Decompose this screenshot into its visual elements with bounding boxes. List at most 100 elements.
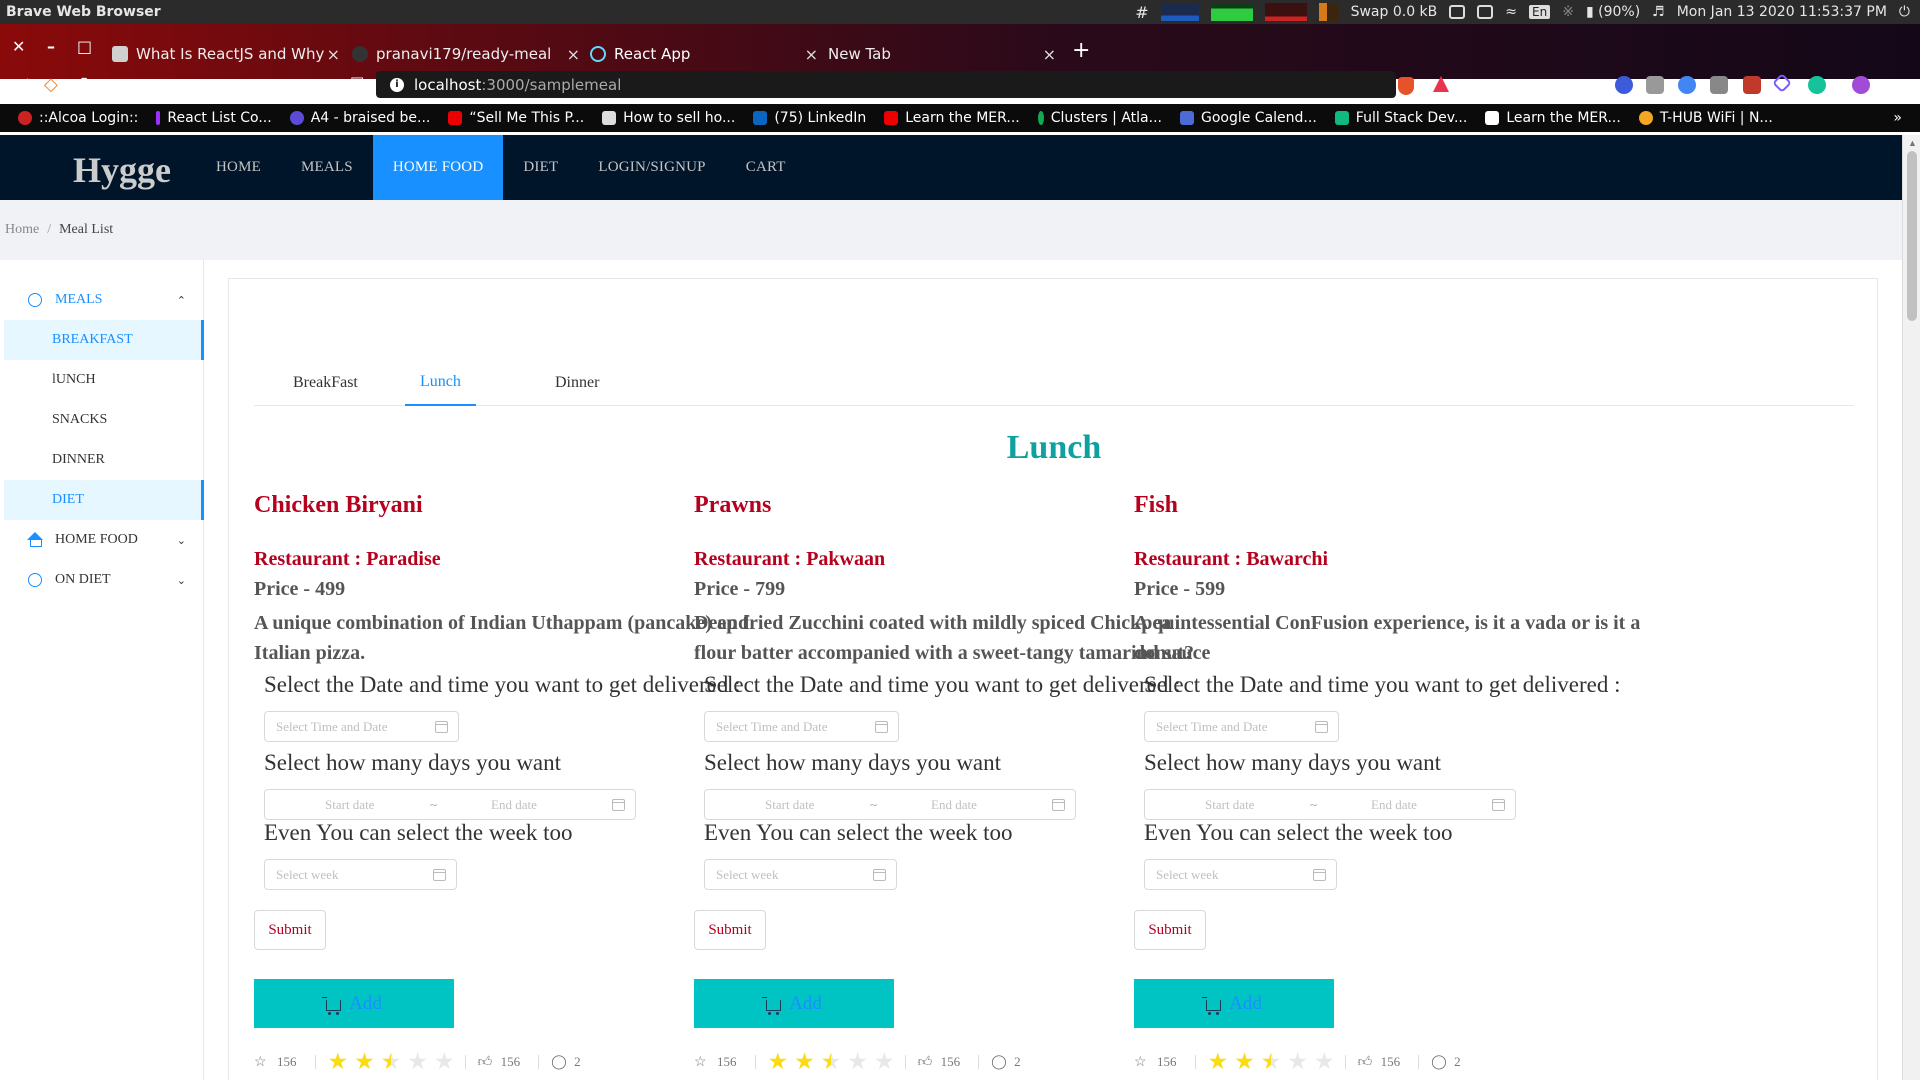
week-picker[interactable]: Select week xyxy=(264,859,457,890)
bookmark-item[interactable]: ::Alcoa Login:: xyxy=(18,110,138,126)
tab-close-icon[interactable]: × xyxy=(567,45,580,64)
reload-icon[interactable]: ↻ xyxy=(80,74,95,95)
bookmark-item[interactable]: Google Calend... xyxy=(1179,110,1317,126)
window-maximize-icon[interactable]: □ xyxy=(77,37,92,56)
nav-meals[interactable]: MEALS xyxy=(281,135,373,200)
rating-star-icon[interactable]: ★ xyxy=(847,1049,868,1074)
sidebar-item-dinner[interactable]: DINNER xyxy=(4,440,204,480)
tab-lunch[interactable]: Lunch xyxy=(405,359,476,406)
like-icon[interactable]: 👍︎ xyxy=(478,1055,493,1069)
address-bar[interactable]: i localhost:3000/samplemeal xyxy=(376,71,1396,98)
bookmark-item[interactable]: T-HUB WiFi | N... xyxy=(1638,110,1773,126)
brave-rewards-icon[interactable] xyxy=(1433,76,1449,92)
slack-icon[interactable]: # xyxy=(1135,3,1148,22)
bookmark-item[interactable]: Full Stack Dev... xyxy=(1334,110,1467,126)
nav-cart[interactable]: CART xyxy=(726,135,806,200)
star-rating[interactable]: ★ ★ ★ ★ ★ xyxy=(1208,1049,1341,1075)
rating-star-icon[interactable]: ★ xyxy=(1287,1049,1308,1074)
breadcrumb-home[interactable]: Home xyxy=(5,222,39,238)
nav-home-food[interactable]: HOME FOOD xyxy=(372,135,504,200)
extension-icon[interactable] xyxy=(1646,76,1664,94)
rating-star-icon[interactable]: ★ xyxy=(768,1049,789,1074)
bookmark-item[interactable]: “Sell Me This P... xyxy=(448,110,584,126)
week-picker[interactable]: Select week xyxy=(1144,859,1337,890)
forward-icon[interactable]: ◇ xyxy=(44,74,58,95)
datetime-picker[interactable]: Select Time and Date xyxy=(704,711,899,742)
rating-star-icon[interactable]: ★ xyxy=(874,1049,895,1074)
submit-button[interactable]: Submit xyxy=(1134,910,1206,950)
submit-button[interactable]: Submit xyxy=(254,910,326,950)
tab-breakfast[interactable]: BreakFast xyxy=(293,359,358,406)
star-rating[interactable]: ★ ★ ★ ★ ★ xyxy=(768,1049,901,1075)
volume-icon[interactable]: ♬ xyxy=(1652,4,1665,20)
sidebar-submenu-meals[interactable]: MEALS ⌃ xyxy=(4,280,204,320)
window-close-icon[interactable]: ✕ xyxy=(12,37,25,56)
power-icon[interactable]: ⏻ xyxy=(1899,4,1910,20)
date-range-picker[interactable]: Start date ~ End date xyxy=(1144,789,1516,820)
battery-status[interactable]: ▮ (90%) xyxy=(1586,4,1640,20)
browser-tab-1[interactable]: What Is ReactJS and Why S × xyxy=(112,38,340,70)
window-minimize-icon[interactable]: – xyxy=(47,37,55,56)
add-to-cart-button[interactable]: Add xyxy=(1134,979,1334,1028)
page-scrollbar[interactable]: ▲ xyxy=(1902,135,1920,1080)
date-range-picker[interactable]: Start date ~ End date xyxy=(264,789,636,820)
sidebar-item-snacks[interactable]: SNACKS xyxy=(4,400,204,440)
screen-icon[interactable] xyxy=(1449,5,1466,19)
bluetooth-icon[interactable]: ※ xyxy=(1562,4,1574,20)
submit-button[interactable]: Submit xyxy=(694,910,766,950)
bookmark-item[interactable]: Clusters | Atla... xyxy=(1037,110,1162,126)
star-outline-icon[interactable]: ☆ xyxy=(694,1055,707,1069)
google-translate-icon[interactable] xyxy=(1678,76,1696,94)
add-to-cart-button[interactable]: Add xyxy=(254,979,454,1028)
star-outline-icon[interactable]: ☆ xyxy=(254,1055,267,1069)
extension-icon[interactable] xyxy=(1615,76,1633,94)
star-rating[interactable]: ★ ★ ★ ★ ★ xyxy=(328,1049,461,1075)
sidebar-submenu-home-food[interactable]: HOME FOOD ⌄ xyxy=(4,520,204,560)
scrollbar-thumb[interactable] xyxy=(1907,151,1917,321)
rating-star-icon[interactable]: ★ xyxy=(794,1049,815,1074)
tab-close-icon[interactable]: × xyxy=(327,45,340,64)
bookmark-item[interactable]: React List Co... xyxy=(156,110,272,126)
date-range-picker[interactable]: Start date ~ End date xyxy=(704,789,1076,820)
like-icon[interactable]: 👍︎ xyxy=(918,1055,933,1069)
like-icon[interactable]: 👍︎ xyxy=(1358,1055,1373,1069)
comment-icon[interactable]: ◯ xyxy=(991,1055,1007,1069)
bookmark-item[interactable]: A4 - braised be... xyxy=(289,110,430,126)
browser-tab-3[interactable]: React App × xyxy=(590,38,818,70)
comment-icon[interactable]: ◯ xyxy=(551,1055,567,1069)
tab-close-icon[interactable]: × xyxy=(805,45,818,64)
rating-star-icon[interactable]: ★ xyxy=(1208,1049,1229,1074)
scroll-up-icon[interactable]: ▲ xyxy=(1908,138,1917,148)
rating-star-icon[interactable]: ★ xyxy=(434,1049,455,1074)
new-tab-button[interactable]: + xyxy=(1072,38,1090,63)
sidebar-item-breakfast[interactable]: BREAKFAST xyxy=(4,320,204,360)
rating-star-icon[interactable]: ★ xyxy=(1234,1049,1255,1074)
brand-logo[interactable]: Hygge xyxy=(73,149,171,191)
datetime-picker[interactable]: Select Time and Date xyxy=(1144,711,1339,742)
rating-star-icon[interactable]: ★ xyxy=(328,1049,349,1074)
nav-home[interactable]: HOME xyxy=(196,135,281,200)
rating-star-icon[interactable]: ★ xyxy=(354,1049,375,1074)
brave-shields-icon[interactable] xyxy=(1398,77,1414,95)
nav-diet[interactable]: DIET xyxy=(503,135,578,200)
info-icon[interactable]: i xyxy=(390,77,404,92)
bookmark-item[interactable]: How to sell ho... xyxy=(602,110,735,126)
extension-icon[interactable] xyxy=(1710,76,1728,94)
wifi-icon[interactable]: ≈ xyxy=(1505,4,1517,20)
keyboard-layout[interactable]: En xyxy=(1529,5,1551,19)
grammarly-icon[interactable] xyxy=(1808,76,1826,94)
add-to-cart-button[interactable]: Add xyxy=(694,979,894,1028)
tab-close-icon[interactable]: × xyxy=(1043,45,1056,64)
tab-dinner[interactable]: Dinner xyxy=(555,359,599,406)
sidebar-item-diet[interactable]: DIET xyxy=(4,480,204,520)
clock[interactable]: Mon Jan 13 2020 11:53:37 PM xyxy=(1677,4,1887,20)
rating-star-icon[interactable]: ★ xyxy=(381,1049,402,1074)
comment-icon[interactable]: ◯ xyxy=(1431,1055,1447,1069)
bookmark-item[interactable]: Learn the MER... xyxy=(884,110,1020,126)
clipboard-icon[interactable] xyxy=(1477,5,1494,19)
rating-star-icon[interactable]: ★ xyxy=(1314,1049,1335,1074)
browser-tab-4[interactable]: New Tab × xyxy=(828,38,1056,70)
rating-star-icon[interactable]: ★ xyxy=(821,1049,842,1074)
week-picker[interactable]: Select week xyxy=(704,859,897,890)
bookmark-item[interactable]: (75) LinkedIn xyxy=(753,110,866,126)
